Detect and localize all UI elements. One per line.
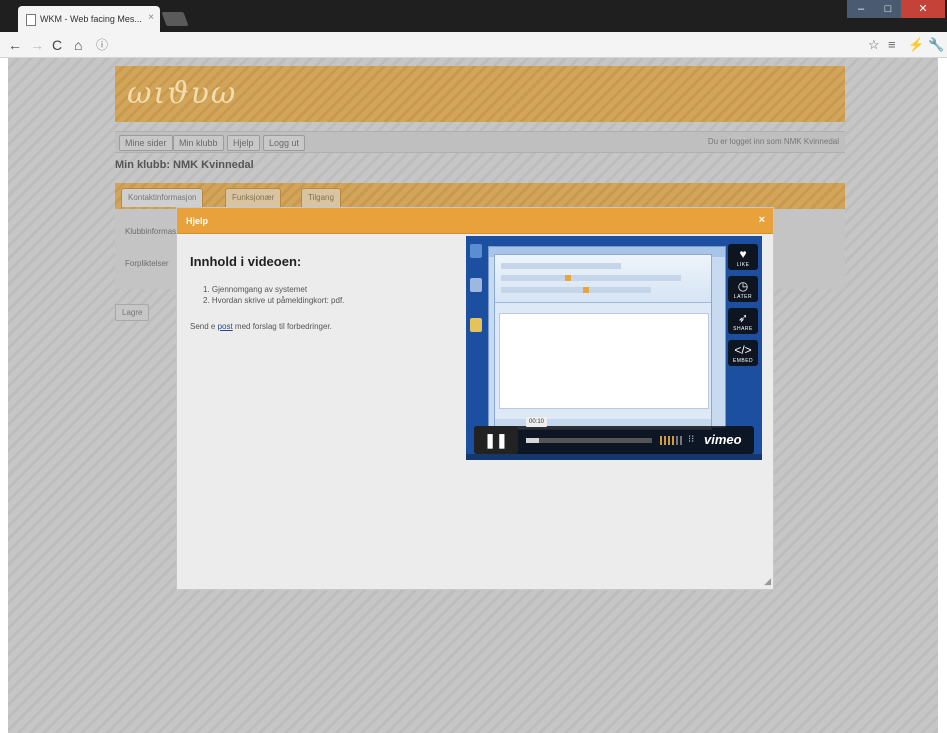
back-arrow-icon[interactable]: ← <box>8 36 22 54</box>
volume-bar <box>672 436 674 445</box>
word-document-page <box>499 313 709 409</box>
main-nav: Mine sider Min klubb Hjelp Logg ut Du er… <box>115 131 845 153</box>
volume-bar <box>676 436 678 445</box>
menu-icon[interactable]: ≡ <box>888 36 896 54</box>
progress-fill <box>526 438 539 443</box>
new-tab-button[interactable] <box>161 12 189 26</box>
like-button[interactable]: ♥ LIKE <box>728 244 758 270</box>
embed-button[interactable]: </> EMBED <box>728 340 758 366</box>
bookmark-star-icon[interactable]: ☆ <box>868 36 880 54</box>
volume-bar <box>664 436 666 445</box>
site-banner: ωιϑυω <box>115 66 845 122</box>
help-dialog: Hjelp × Innhold i videoen: 1. Gjennomgan… <box>176 207 774 590</box>
page-title: Min klubb: NMK Kvinnedal <box>115 159 254 171</box>
video-player[interactable]: ♥ LIKE ◷ LATER ➶ SHARE </> EMBED ❚❚ 00:10 ⁝⁝… <box>466 236 762 460</box>
tab-close-icon[interactable]: × <box>148 12 154 23</box>
tab-funksjonaer[interactable]: Funksjonær <box>225 188 282 207</box>
lagre-button[interactable]: Lagre <box>115 304 150 321</box>
nav-min-klubb[interactable]: Min klubb <box>173 135 224 151</box>
video-controls: ❚❚ 00:10 ⁝⁝ vimeo <box>474 417 754 454</box>
settings-wrench-icon[interactable]: 🔧 <box>928 36 944 54</box>
row-label: Forpliktelser <box>125 259 169 268</box>
list-item: 1. Gjennomgang av systemet <box>203 285 308 294</box>
desktop-icon <box>470 278 482 292</box>
progress-bar[interactable] <box>526 438 652 443</box>
dialog-title: Hjelp <box>186 216 209 226</box>
ribbon-chip <box>583 287 589 293</box>
volume-bar <box>660 436 662 445</box>
volume-bar <box>668 436 670 445</box>
page-info-icon[interactable]: ⓘ <box>96 36 108 54</box>
share-icon: ➶ <box>737 311 749 325</box>
close-window-button[interactable]: ✕ <box>901 0 945 18</box>
tab-kontaktinformasjon[interactable]: Kontaktinformasjon <box>121 188 204 207</box>
resize-handle-icon[interactable]: ◢ <box>764 576 771 587</box>
email-link[interactable]: post <box>218 322 233 331</box>
forward-arrow-icon[interactable]: → <box>30 36 44 54</box>
extension-icon[interactable]: ⚡ <box>908 36 924 54</box>
quality-icon[interactable]: ⁝⁝ <box>688 434 694 445</box>
minimize-button[interactable]: – <box>847 0 875 18</box>
time-indicator: 00:10 <box>526 417 548 427</box>
browser-titlebar: WKM - Web facing Mes... × – □ ✕ <box>0 0 947 32</box>
heart-icon: ♥ <box>739 247 747 261</box>
ribbon-chip <box>565 275 571 281</box>
embed-label: EMBED <box>732 358 754 364</box>
reload-icon[interactable]: C <box>52 36 62 54</box>
video-taskbar <box>466 454 762 460</box>
ribbon-row <box>501 287 651 293</box>
code-icon: </> <box>734 343 752 357</box>
nav-logg-ut[interactable]: Logg ut <box>263 135 306 151</box>
desktop-icon <box>470 244 482 258</box>
browser-tab[interactable]: WKM - Web facing Mes... × <box>18 6 160 32</box>
note-suffix: med forslag til forbedringer. <box>232 322 332 331</box>
feedback-note: Send e post med forslag til forbedringer… <box>190 322 332 331</box>
video-contents-list: 1. Gjennomgang av systemet 2. Hvordan sk… <box>203 284 344 306</box>
vimeo-logo[interactable]: vimeo <box>704 432 742 447</box>
later-label: LATER <box>733 294 753 300</box>
volume-bar <box>680 436 682 445</box>
home-icon[interactable]: ⌂ <box>74 36 82 54</box>
tab-title: WKM - Web facing Mes... <box>40 14 142 24</box>
vimeo-side-buttons: ♥ LIKE ◷ LATER ➶ SHARE </> EMBED <box>728 244 758 372</box>
word-ribbon <box>495 255 711 303</box>
volume-control[interactable] <box>660 436 682 445</box>
page-favicon-icon <box>26 14 36 26</box>
tab-tilgang[interactable]: Tilgang <box>301 188 341 207</box>
clock-icon: ◷ <box>737 279 749 293</box>
watch-later-button[interactable]: ◷ LATER <box>728 276 758 302</box>
browser-toolbar: ← → C ⌂ ⓘ ☆ ≡ ⚡ 🔧 <box>0 32 947 58</box>
like-label: LIKE <box>736 262 750 268</box>
ribbon-row <box>501 275 681 281</box>
nav-mine-sider[interactable]: Mine sider <box>119 135 173 151</box>
video-word-window <box>494 254 712 430</box>
site-logo[interactable]: ωιϑυω <box>127 76 237 111</box>
share-label: SHARE <box>733 326 753 332</box>
nav-hjelp[interactable]: Hjelp <box>227 135 260 151</box>
share-button[interactable]: ➶ SHARE <box>728 308 758 334</box>
logged-in-status: Du er logget inn som NMK Kvinnedal <box>707 137 839 146</box>
dialog-header[interactable]: Hjelp × <box>177 208 773 234</box>
list-item: 2. Hvordan skrive ut påmeldingkort: pdf. <box>203 296 345 305</box>
window-controls: – □ ✕ <box>847 0 945 20</box>
pause-icon: ❚❚ <box>484 432 508 448</box>
pause-button[interactable]: ❚❚ <box>474 426 518 454</box>
close-icon[interactable]: × <box>759 214 765 226</box>
note-prefix: Send e <box>190 322 218 331</box>
maximize-button[interactable]: □ <box>875 0 901 18</box>
content-tabs: Kontaktinformasjon Funksjonær Tilgang <box>115 183 845 209</box>
desktop-icon <box>470 318 482 332</box>
ribbon-row <box>501 263 621 269</box>
video-contents-heading: Innhold i videoen: <box>190 254 302 269</box>
